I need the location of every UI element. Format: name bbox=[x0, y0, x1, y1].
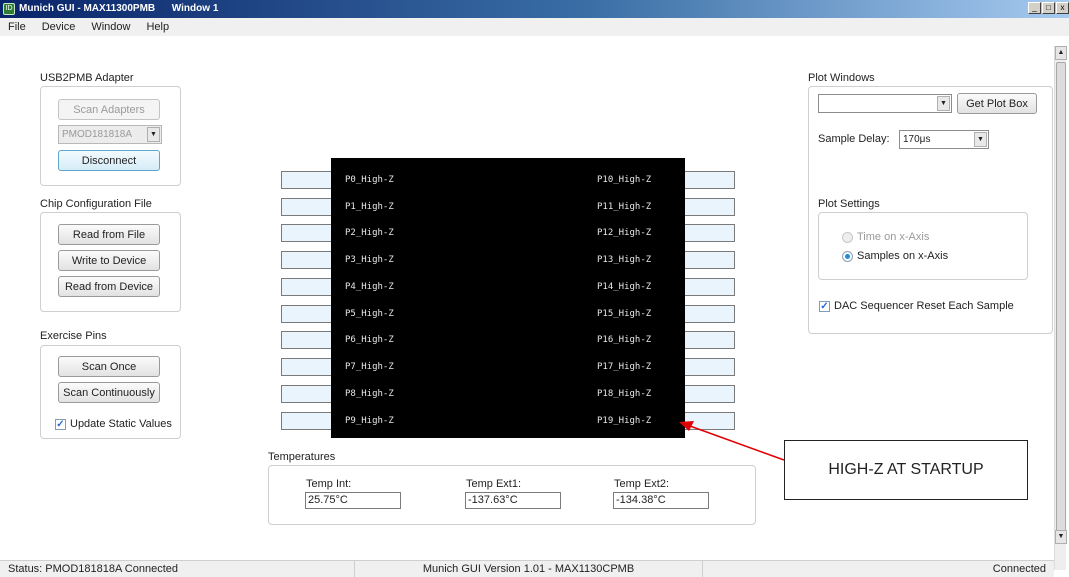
annotation-arrow-line bbox=[689, 425, 785, 461]
vertical-scrollbar[interactable]: ▲ ▼ bbox=[1054, 46, 1067, 570]
status-right-text: Connected bbox=[992, 563, 1046, 575]
status-left: Status: PMOD181818A Connected bbox=[0, 560, 355, 577]
scroll-up-icon[interactable]: ▲ bbox=[1055, 46, 1067, 60]
status-center: Munich GUI Version 1.01 - MAX1130CPMB bbox=[355, 560, 703, 577]
scrollbar-thumb[interactable] bbox=[1056, 62, 1066, 539]
annotation-box: HIGH-Z AT STARTUP bbox=[784, 440, 1028, 500]
status-right: Connected bbox=[703, 560, 1054, 577]
status-center-text: Munich GUI Version 1.01 - MAX1130CPMB bbox=[422, 563, 635, 575]
status-left-text: Status: PMOD181818A Connected bbox=[8, 563, 178, 575]
scroll-down-icon[interactable]: ▼ bbox=[1055, 530, 1067, 544]
annotation-text: HIGH-Z AT STARTUP bbox=[828, 461, 984, 478]
